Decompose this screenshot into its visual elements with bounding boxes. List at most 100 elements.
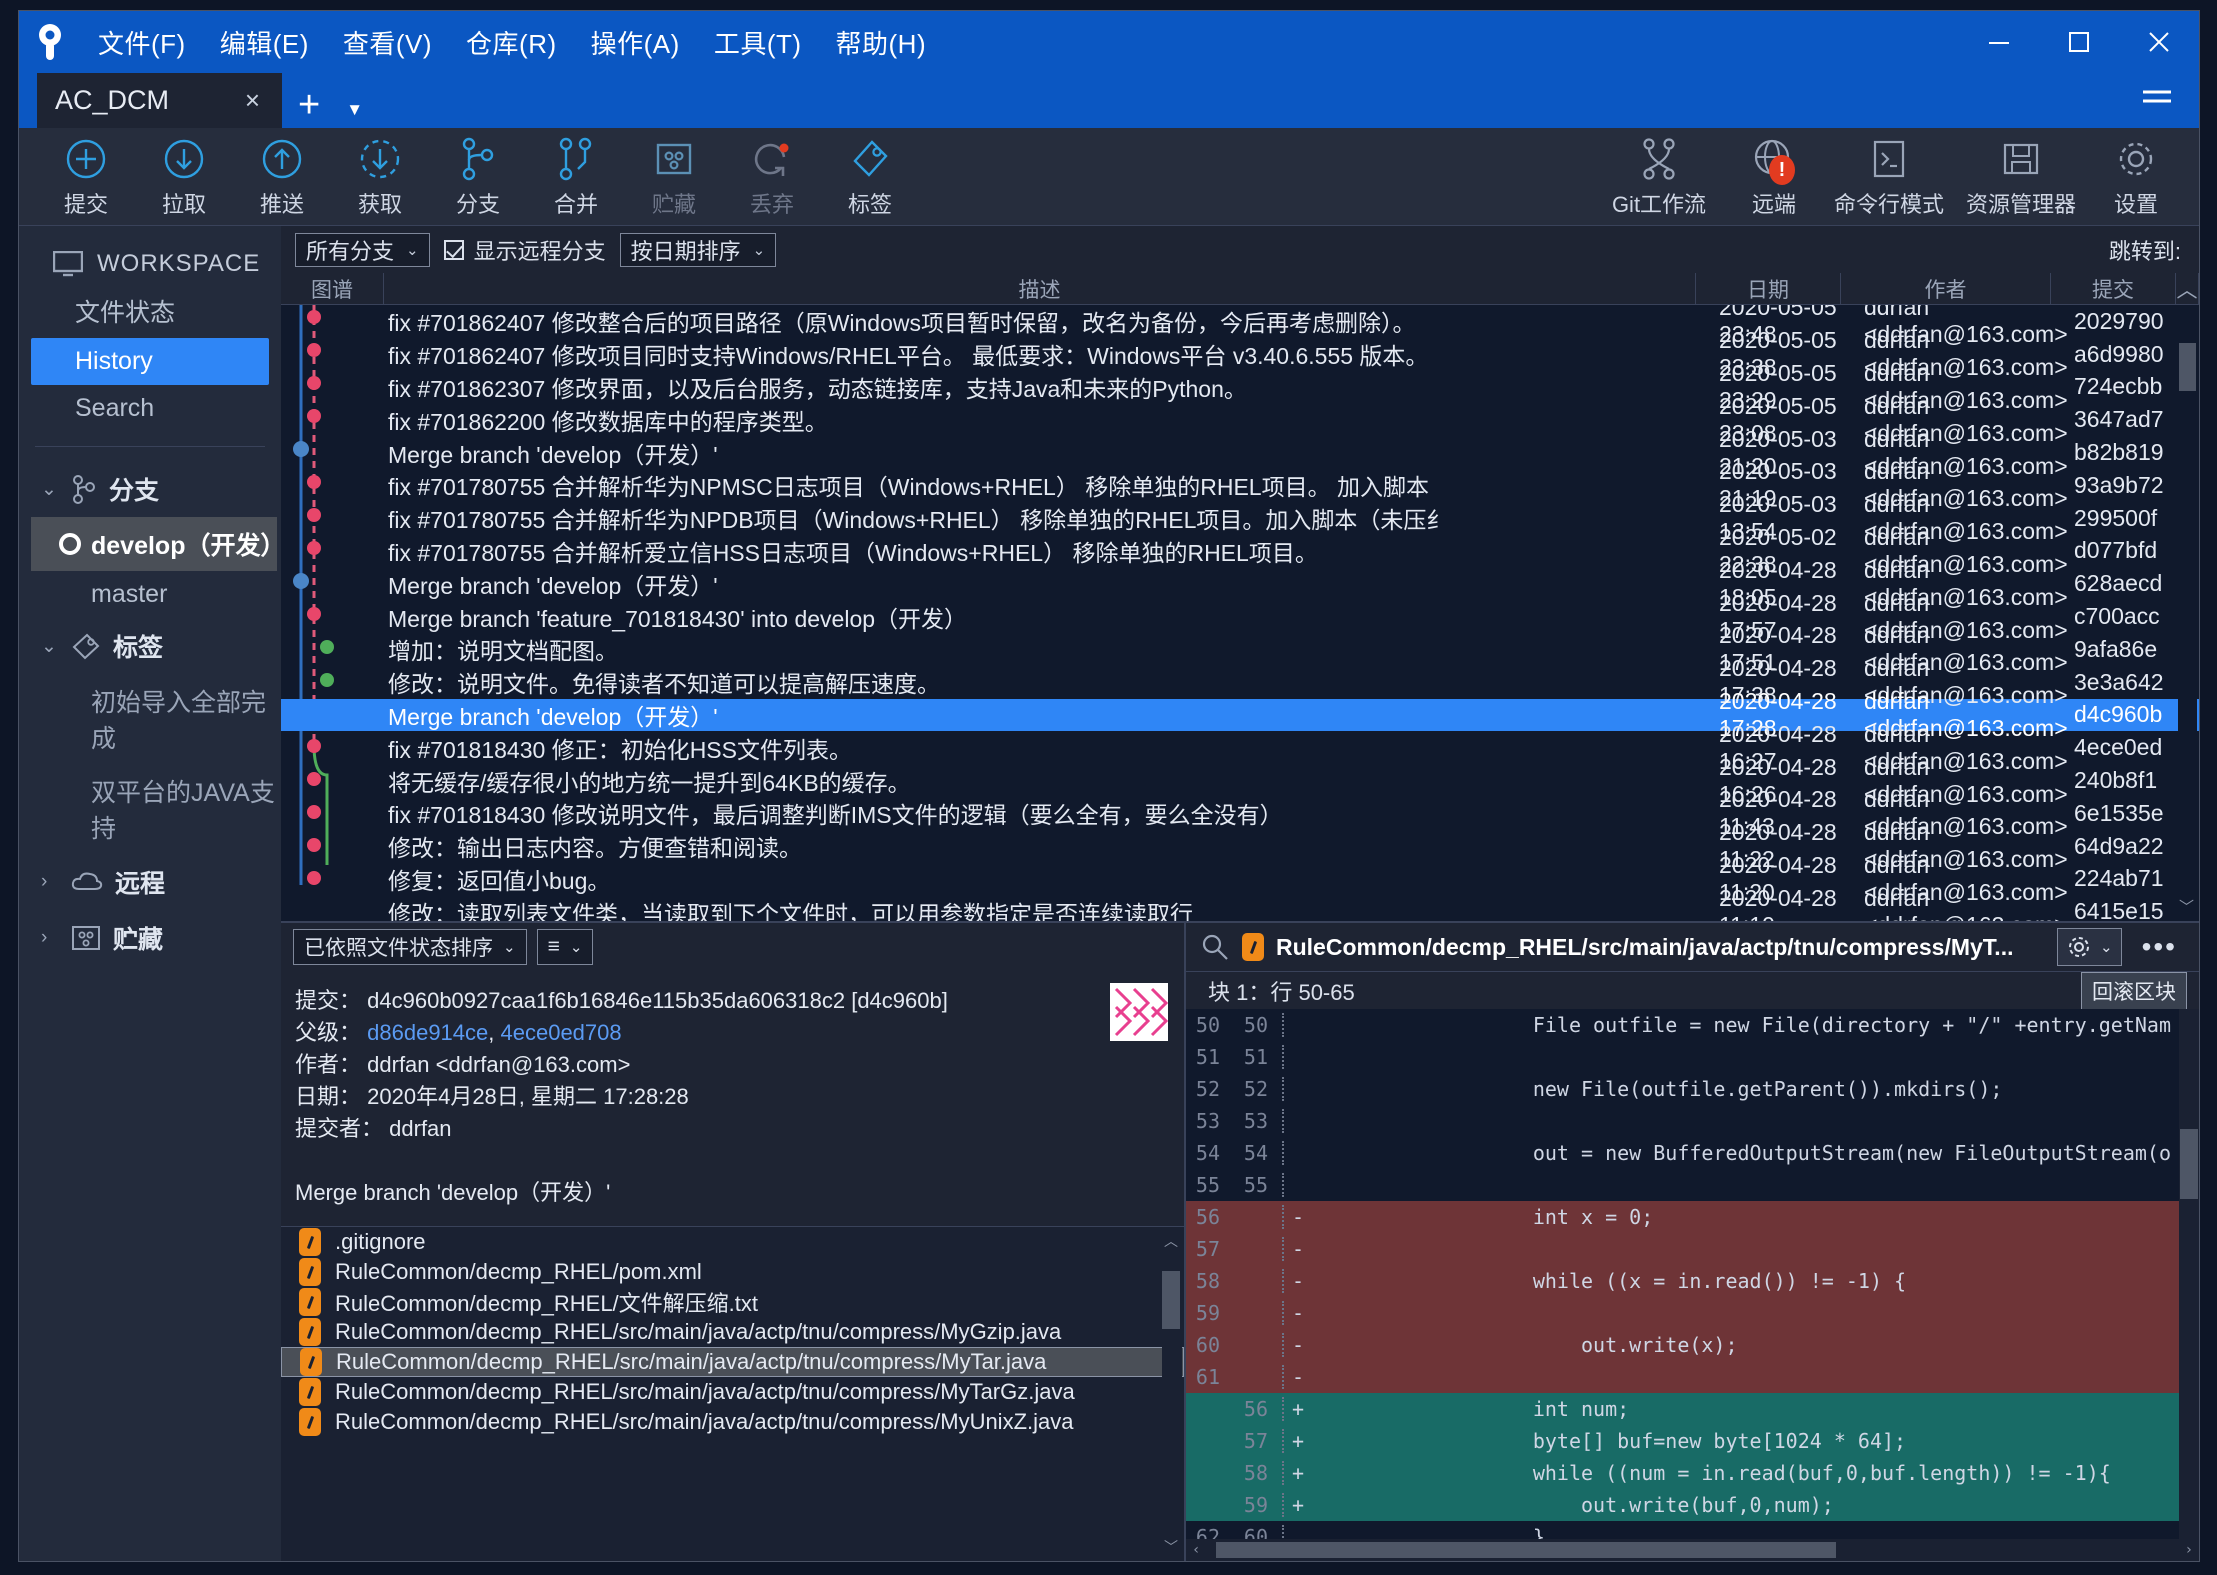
column-header-graph[interactable]: 图谱 [281, 273, 384, 304]
branch-filter-select[interactable]: 所有分支 ⌄ [295, 232, 430, 267]
show-remote-branches-checkbox[interactable]: 显示远程分支 [443, 234, 606, 266]
sort-order-select[interactable]: 按日期排序 ⌄ [619, 232, 777, 267]
diff-line: 51 51 [1186, 1041, 2199, 1073]
settings-button[interactable]: 设置 [2087, 131, 2185, 223]
pull-button[interactable]: 拉取 [135, 131, 233, 223]
tab-close-icon[interactable]: × [237, 85, 268, 116]
file-path: RuleCommon/decmp_RHEL/pom.xml [335, 1259, 702, 1284]
gitflow-icon [1638, 135, 1680, 183]
scroll-right-icon[interactable]: › [2185, 1542, 2193, 1558]
diff-code-area[interactable]: 50 50 File outfile = new File(directory +… [1186, 1009, 2199, 1561]
diff-pane: RuleCommon/decmp_RHEL/src/main/java/actp… [1186, 923, 2199, 1561]
column-header-date[interactable]: 日期 [1696, 273, 1841, 304]
tab-ac-dcm[interactable]: AC_DCM × [37, 73, 282, 128]
sidebar-branch-develop[interactable]: develop（开发） [31, 517, 285, 571]
explorer-button[interactable]: 资源管理器 [1955, 131, 2087, 223]
commit-description: fix #701862407 修改整合后的项目路径（原Windows项目暂时保留… [388, 310, 1416, 337]
diff-line: 54 54 out = new BufferedOutputStream(new … [1186, 1137, 2199, 1169]
push-button[interactable]: 推送 [233, 131, 331, 223]
sidebar-item-search[interactable]: Search [19, 385, 281, 432]
search-icon[interactable] [1200, 932, 1230, 962]
column-header-description[interactable]: 描述 [384, 273, 1696, 304]
parent-hash-1-link[interactable]: d86de914ce [367, 1020, 488, 1045]
list-item[interactable]: RuleCommon/decmp_RHEL/src/main/java/actp… [281, 1407, 1184, 1437]
tag-button[interactable]: 标签 [821, 131, 919, 223]
scroll-down-icon[interactable]: ﹀ [2179, 896, 2194, 917]
modified-file-icon [300, 1348, 322, 1376]
commit-author-line: 作者： ddrfan <ddrfan@163.com> [295, 1049, 1184, 1081]
rollback-hunk-button[interactable]: 回滚区块 [2081, 971, 2187, 1010]
sidebar-tag-initial-import[interactable]: 初始导入全部完成 [19, 674, 281, 764]
terminal-button[interactable]: 命令行模式 [1823, 131, 1955, 223]
branch-button[interactable]: 分支 [429, 131, 527, 223]
menu-view[interactable]: 查看(V) [326, 18, 449, 67]
sidebar-branch-master[interactable]: master [19, 571, 281, 618]
merge-button[interactable]: 合并 [527, 131, 625, 223]
list-item[interactable]: .gitignore [281, 1227, 1184, 1257]
diff-settings-button[interactable]: ⌄ [2057, 928, 2122, 966]
discard-button[interactable]: 丢弃 [723, 131, 821, 223]
close-icon[interactable] [2119, 11, 2199, 73]
minimize-icon[interactable] [1959, 11, 2039, 73]
changed-file-list[interactable]: .gitignore RuleCommon/decmp_RHEL/pom.xml… [281, 1226, 1184, 1561]
menu-help[interactable]: 帮助(H) [819, 18, 944, 67]
diff-horizontal-scrollbar[interactable]: ‹ › [1186, 1539, 2199, 1561]
list-item[interactable]: RuleCommon/decmp_RHEL/文件解压缩.txt [281, 1287, 1184, 1317]
remote-button[interactable]: ! 远端 [1725, 131, 1823, 223]
sidebar-item-file-status[interactable]: 文件状态 [19, 284, 281, 338]
sidebar-group-branches-label: 分支 [109, 477, 160, 505]
commit-list[interactable]: fix #701862407 修改整合后的项目路径（原Windows项目暂时保留… [281, 305, 2199, 921]
diff-line-text: + while ((num = in.read(buf,0,buf.length… [1282, 1461, 2199, 1485]
diff-vertical-scrollbar[interactable] [2179, 1009, 2199, 1561]
list-item[interactable]: RuleCommon/decmp_RHEL/src/main/java/actp… [281, 1347, 1184, 1377]
toolbar-right-group: Git工作流 ! 远端 命令行模式 资源管理器 设置 [1593, 128, 2185, 226]
scroll-up-icon[interactable]: ︿ [1164, 1231, 1178, 1251]
diff-more-options-icon[interactable]: ••• [2134, 931, 2185, 963]
commit-button[interactable]: 提交 [37, 131, 135, 223]
scroll-up-icon[interactable]: ︿ [2176, 273, 2199, 304]
scroll-left-icon[interactable]: ‹ [1192, 1542, 1200, 1558]
tab-dropdown-icon[interactable]: ▼ [336, 100, 373, 120]
hamburger-menu-icon[interactable] [2141, 85, 2173, 114]
scrollbar-thumb[interactable] [1162, 1271, 1180, 1329]
tab-title: AC_DCM [55, 85, 170, 115]
sidebar-group-stash[interactable]: › 贮藏 [19, 910, 281, 966]
list-item[interactable]: RuleCommon/decmp_RHEL/pom.xml [281, 1257, 1184, 1287]
scrollbar-thumb[interactable] [1216, 1542, 1836, 1558]
sidebar-item-history[interactable]: History [31, 338, 269, 385]
scrollbar-thumb[interactable] [2180, 1129, 2198, 1199]
sidebar-group-branches[interactable]: ⌄ 分支 [19, 461, 281, 517]
commit-list-scrollbar[interactable]: ﹀ [2178, 305, 2197, 921]
fetch-button[interactable]: 获取 [331, 131, 429, 223]
table-row[interactable]: 修改：读取列表文件类，当读取到下个文件时，可以用参数指定是否连续读取行 2020-… [281, 885, 2199, 921]
terminal-icon [1868, 135, 1910, 183]
menu-file[interactable]: 文件(F) [81, 18, 203, 67]
column-header-author[interactable]: 作者 [1841, 273, 2051, 304]
menu-edit[interactable]: 编辑(E) [203, 18, 326, 67]
list-item[interactable]: RuleCommon/decmp_RHEL/src/main/java/actp… [281, 1317, 1184, 1347]
sidebar-workspace-header[interactable]: WORKSPACE [19, 244, 281, 284]
modified-file-icon [299, 1228, 321, 1256]
file-view-select[interactable]: ≡ ⌄ [536, 929, 594, 965]
diff-line-text [1282, 1045, 2199, 1069]
menu-tools[interactable]: 工具(T) [697, 18, 819, 67]
commit-committer-label: 提交者： [295, 1116, 384, 1141]
file-sort-select[interactable]: 已依照文件状态排序 ⌄ [293, 929, 527, 965]
list-item[interactable]: RuleCommon/decmp_RHEL/src/main/java/actp… [281, 1377, 1184, 1407]
menu-repository[interactable]: 仓库(R) [449, 18, 574, 67]
new-tab-icon[interactable]: + [282, 86, 336, 124]
diff-line: 52 52 new File(outfile.getParent()).mkdir… [1186, 1073, 2199, 1105]
scroll-down-icon[interactable]: ﹀ [1164, 1537, 1178, 1557]
stash-button[interactable]: 贮藏 [625, 131, 723, 223]
menu-actions[interactable]: 操作(A) [574, 18, 697, 67]
bottom-pane: 已依照文件状态排序 ⌄ ≡ ⌄ 提交： d4c960b0927caa1f6b16… [281, 921, 2199, 1561]
sidebar-tag-java-support[interactable]: 双平台的JAVA支持 [19, 764, 281, 854]
maximize-icon[interactable] [2039, 11, 2119, 73]
sidebar-group-tags[interactable]: ⌄ 标签 [19, 618, 281, 674]
file-list-scrollbar[interactable]: ︿ ﹀ [1162, 1227, 1182, 1561]
scrollbar-thumb[interactable] [2179, 343, 2196, 391]
sidebar-group-remotes[interactable]: › 远程 [19, 854, 281, 910]
parent-hash-2-link[interactable]: 4ece0ed708 [501, 1020, 622, 1045]
column-header-commit[interactable]: 提交 [2051, 273, 2176, 304]
gitflow-button[interactable]: Git工作流 [1593, 131, 1725, 223]
